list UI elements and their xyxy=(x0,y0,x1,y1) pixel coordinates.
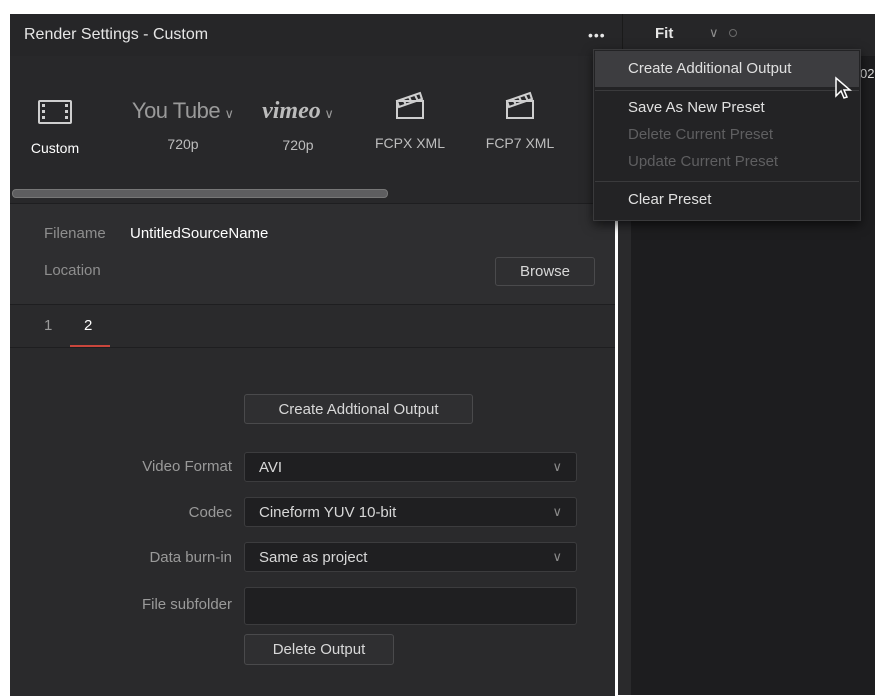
delete-output-button[interactable]: Delete Output xyxy=(244,634,394,665)
preset-fcp7[interactable]: FCP7 XML xyxy=(480,90,560,151)
preset-fcpx[interactable]: FCPX XML xyxy=(370,90,450,151)
video-format-value: AVI xyxy=(259,459,283,476)
menu-divider xyxy=(595,181,859,182)
preset-youtube[interactable]: You Tube ∨ 720p xyxy=(128,98,238,152)
preset-strip: Custom You Tube ∨ 720p vimeo ∨ 720p FCPX… xyxy=(10,56,615,203)
options-menu: Create Additional Output Save As New Pre… xyxy=(593,49,861,221)
filename-label: Filename xyxy=(44,225,106,242)
menu-item-clear-preset[interactable]: Clear Preset xyxy=(628,191,711,208)
viewer-edge-text: 02 xyxy=(860,66,875,81)
file-subfolder-input[interactable] xyxy=(244,587,577,625)
chevron-down-icon: ∨ xyxy=(320,106,334,121)
fit-zoom-select[interactable]: Fit xyxy=(655,25,673,42)
preset-custom[interactable]: Custom xyxy=(24,96,86,156)
vimeo-logo: vimeo ∨ xyxy=(262,98,334,124)
clapperboard-icon xyxy=(395,91,424,119)
create-additional-output-button[interactable]: Create Addtional Output xyxy=(244,394,473,424)
file-subfolder-label: File subfolder xyxy=(141,596,232,613)
chevron-down-icon: ∨ xyxy=(552,549,562,564)
video-format-label: Video Format xyxy=(142,458,232,475)
menu-divider xyxy=(595,90,859,91)
chevron-down-icon: ∨ xyxy=(224,106,235,121)
codec-value: Cineform YUV 10-bit xyxy=(259,504,397,521)
preset-label: Custom xyxy=(30,140,80,156)
preset-vimeo[interactable]: vimeo ∨ 720p xyxy=(253,98,343,153)
chevron-down-icon: ∨ xyxy=(552,504,562,519)
chevron-down-icon[interactable]: ∨ xyxy=(709,25,719,41)
data-burnin-value: Same as project xyxy=(259,549,368,566)
data-burnin-select[interactable]: Same as project ∨ xyxy=(244,542,577,572)
menu-item-save-as-new-preset[interactable]: Save As New Preset xyxy=(628,99,765,116)
data-burnin-label: Data burn-in xyxy=(149,549,232,566)
preset-label: FCPX XML xyxy=(374,135,445,151)
menu-item-delete-current-preset: Delete Current Preset xyxy=(628,126,774,143)
clapperboard-icon xyxy=(505,91,534,119)
mouse-cursor-icon xyxy=(835,76,852,99)
file-section: Filename UntitledSourceName Location Bro… xyxy=(10,203,615,305)
video-format-select[interactable]: AVI ∨ xyxy=(244,452,577,482)
preset-scrollbar[interactable] xyxy=(12,189,388,198)
location-label: Location xyxy=(44,262,101,279)
codec-label: Codec xyxy=(188,504,232,521)
menu-item-create-additional-output[interactable]: Create Additional Output xyxy=(628,60,791,77)
codec-select[interactable]: Cineform YUV 10-bit ∨ xyxy=(244,497,577,527)
tab-output-2[interactable]: 2 xyxy=(84,317,92,334)
preset-label: FCP7 XML xyxy=(485,135,555,151)
film-icon xyxy=(38,100,72,124)
tab-output-1[interactable]: 1 xyxy=(44,317,52,334)
preset-label: 720p xyxy=(282,137,314,153)
chevron-down-icon: ∨ xyxy=(552,459,562,474)
tab-divider xyxy=(10,347,615,348)
filename-field[interactable]: UntitledSourceName xyxy=(130,225,268,242)
browse-button[interactable]: Browse xyxy=(495,257,595,286)
preset-label: 720p xyxy=(167,136,199,152)
options-dot-icon[interactable] xyxy=(729,29,737,37)
menu-item-update-current-preset: Update Current Preset xyxy=(628,153,779,170)
youtube-logo: You Tube ∨ xyxy=(131,98,235,123)
window-title: Render Settings - Custom xyxy=(24,26,209,43)
